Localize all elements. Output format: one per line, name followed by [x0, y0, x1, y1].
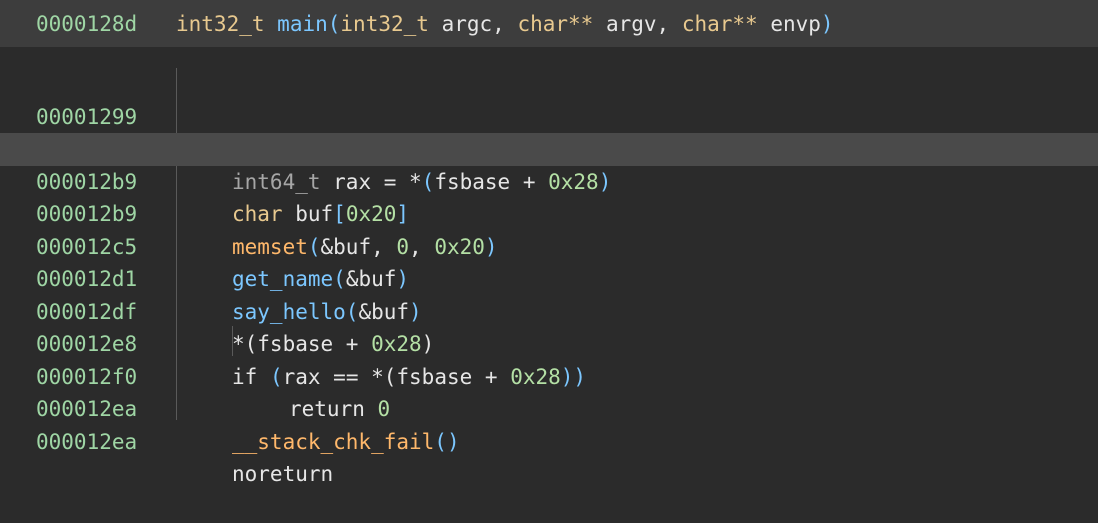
keyword-token[interactable]: noreturn	[232, 462, 333, 486]
function-signature: int32_t main(int32_t argc, char** argv, …	[176, 12, 834, 36]
code-line[interactable]: 000012e8 if (rax == *(fsbase + 0x28))	[0, 296, 1098, 389]
code-line[interactable]: 000012d1 say_hello(&buf)	[0, 231, 1098, 324]
decompiled-code-view: 00001299 void* fsbase 00001299 int64_t r…	[0, 68, 1098, 487]
open-paren: (	[327, 11, 341, 36]
param-name[interactable]: argv,	[593, 12, 682, 36]
code-line[interactable]: 000012f0 return 0	[0, 328, 1098, 422]
param-type[interactable]: int32_t	[340, 12, 429, 36]
line-text[interactable]: __stack_chk_fail()	[232, 426, 460, 459]
code-line[interactable]: 000012ea noreturn	[0, 393, 1098, 487]
code-line-selected[interactable]: 000012b9 char buf[0x20]	[0, 133, 1098, 226]
paren-token: ()	[434, 429, 460, 454]
function-signature-header: 0000128d int32_t main(int32_t argc, char…	[0, 0, 1098, 48]
close-paren: )	[820, 11, 834, 36]
line-address[interactable]: 000012ea	[36, 426, 137, 459]
function-call-token[interactable]: __stack_chk_fail	[232, 430, 434, 454]
code-line[interactable]: 00001299 void* fsbase	[0, 68, 1098, 162]
code-line[interactable]: 000012ea __stack_chk_fail()	[0, 361, 1098, 454]
code-line[interactable]: 000012df *(fsbase + 0x28)	[0, 263, 1098, 357]
param-name[interactable]: envp	[758, 12, 821, 36]
param-type[interactable]: char**	[517, 12, 593, 36]
code-line[interactable]: 000012c5 get_name(&buf)	[0, 198, 1098, 292]
return-type[interactable]: int32_t	[176, 12, 265, 36]
param-type[interactable]: char**	[682, 12, 758, 36]
function-address[interactable]: 0000128d	[36, 12, 137, 36]
code-line[interactable]: 000012b9 memset(&buf, 0, 0x20)	[0, 166, 1098, 259]
code-line[interactable]: 00001299 int64_t rax = *(fsbase + 0x28)	[0, 101, 1098, 194]
line-text[interactable]: noreturn	[232, 458, 333, 491]
function-name[interactable]: main	[277, 12, 328, 36]
param-name[interactable]: argc,	[429, 12, 518, 36]
